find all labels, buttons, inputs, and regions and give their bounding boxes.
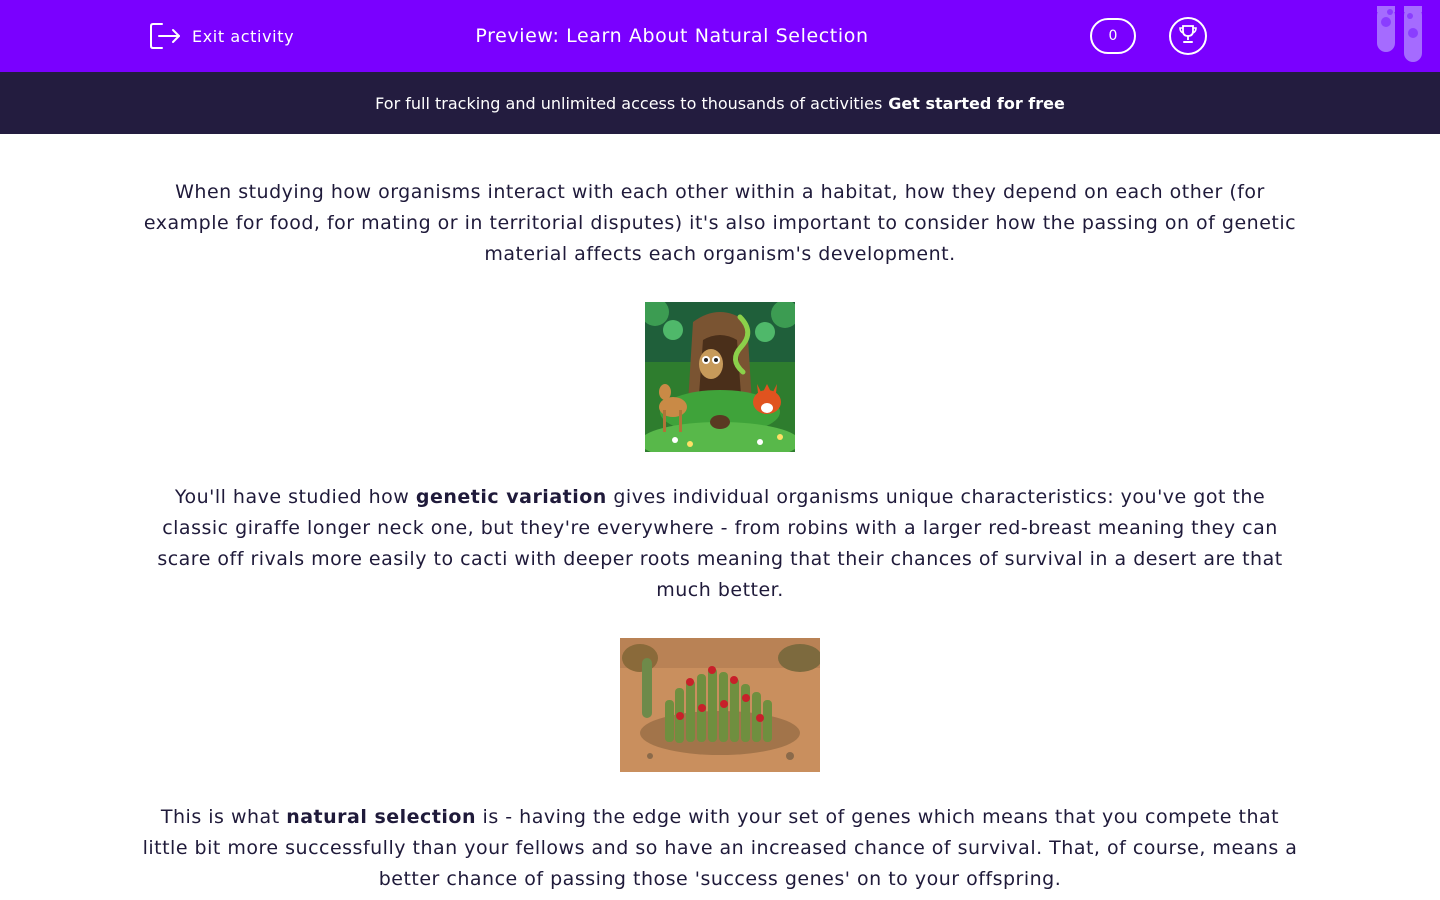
page-title: Preview: Learn About Natural Selection [475, 25, 869, 47]
get-started-link[interactable]: Get started for free [888, 94, 1065, 113]
score-counter: 0 [1090, 18, 1136, 54]
promo-banner: For full tracking and unlimited access t… [0, 72, 1440, 134]
genetic-variation-paragraph: You'll have studied how genetic variatio… [140, 482, 1300, 606]
forest-animals-illustration [645, 302, 795, 452]
trophy-icon [1176, 22, 1200, 50]
test-tubes-icon [1376, 6, 1424, 64]
natural-selection-paragraph: This is what natural selection is - havi… [140, 802, 1300, 895]
p3-text-before: This is what [160, 806, 287, 828]
exit-icon [148, 21, 182, 51]
top-navigation-bar: Exit activity Preview: Learn About Natur… [0, 0, 1440, 72]
p2-text-before: You'll have studied how [174, 486, 416, 508]
promo-text: For full tracking and unlimited access t… [375, 93, 883, 113]
intro-paragraph: When studying how organisms interact wit… [143, 181, 1297, 265]
exit-activity-label: Exit activity [192, 26, 295, 46]
trophy-button[interactable] [1169, 17, 1207, 55]
cactus-photo [620, 638, 820, 772]
natural-selection-term: natural selection [286, 806, 476, 828]
genetic-variation-term: genetic variation [415, 486, 607, 508]
exit-activity-button[interactable]: Exit activity [148, 20, 294, 52]
